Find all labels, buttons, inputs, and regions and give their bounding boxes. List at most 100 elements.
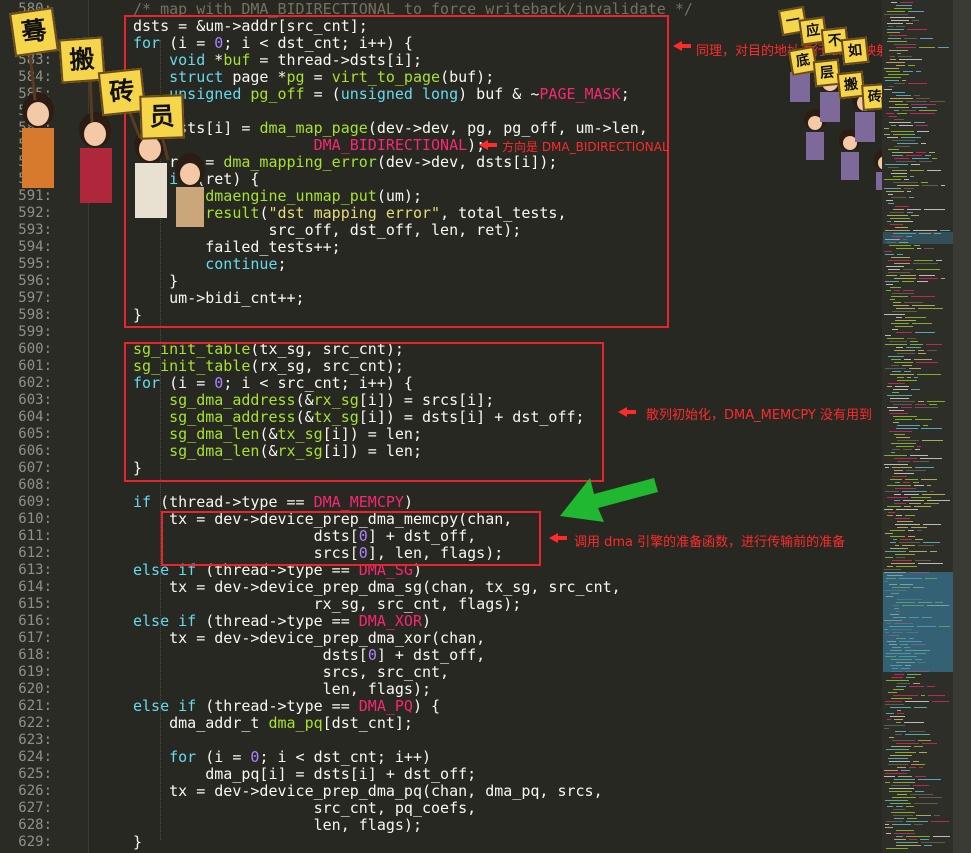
code-line[interactable]: tx = dev->device_prep_dma_pq(chan, dma_p… — [133, 783, 603, 800]
minimap-line — [905, 515, 915, 516]
minimap-line — [888, 272, 910, 273]
minimap-line — [918, 350, 924, 351]
minimap-line — [884, 77, 901, 78]
minimap-line — [897, 521, 913, 522]
minimap-line — [915, 404, 926, 405]
minimap-line — [884, 128, 889, 129]
line-number: 621: — [18, 698, 52, 714]
minimap-line — [932, 701, 949, 702]
minimap-line — [889, 50, 908, 51]
minimap-line — [921, 182, 928, 183]
minimap-line — [887, 338, 904, 339]
code-line[interactable]: if (thread->type == DMA_MEMCPY) — [133, 494, 413, 511]
minimap-line — [919, 767, 923, 768]
line-number: 613: — [18, 562, 52, 578]
minimap-line — [886, 275, 897, 276]
line-number: 605: — [18, 426, 52, 442]
minimap-line — [889, 35, 907, 36]
minimap-line — [898, 776, 912, 777]
minimap-line — [891, 323, 909, 324]
minimap-line — [918, 353, 926, 354]
minimap-line — [913, 761, 919, 762]
minimap-line — [893, 539, 897, 540]
minimap-line — [908, 83, 927, 84]
minimap-line — [924, 248, 934, 249]
minimap-line — [918, 308, 943, 309]
minimap-viewport[interactable] — [883, 572, 953, 672]
minimap-line — [893, 176, 907, 177]
minimap-line — [896, 65, 905, 66]
code-line[interactable]: tx = dev->device_prep_dma_xor(chan, — [133, 630, 485, 647]
minimap-line — [888, 167, 899, 168]
minimap-line — [889, 791, 912, 792]
line-number: 612: — [18, 545, 52, 561]
minimap-line — [888, 692, 897, 693]
code-line[interactable]: else if (thread->type == DMA_PQ) { — [133, 698, 440, 715]
code-line[interactable]: rx_sg, src_cnt, flags); — [133, 596, 522, 613]
code-line[interactable]: for (i = 0; i < dst_cnt; i++) — [133, 749, 431, 766]
code-line[interactable]: dma_addr_t dma_pq[dst_cnt]; — [133, 715, 413, 732]
minimap-line — [932, 158, 937, 159]
code-line[interactable]: } — [133, 834, 142, 851]
vertical-scrollbar[interactable] — [953, 0, 971, 853]
line-number: 622: — [18, 715, 52, 731]
minimap-line — [915, 539, 923, 540]
minimap-line — [903, 482, 910, 483]
minimap-line — [906, 155, 922, 156]
minimap-line — [914, 260, 933, 261]
minimap-line — [884, 464, 908, 465]
code-line[interactable]: dsts[0] + dst_off, — [133, 647, 486, 664]
minimap-line — [927, 500, 950, 501]
minimap-line — [896, 317, 902, 318]
minimap-line — [896, 161, 916, 162]
minimap-line — [893, 695, 918, 696]
line-number: 614: — [18, 579, 52, 595]
minimap-line — [889, 341, 907, 342]
code-line[interactable]: len, flags); — [133, 681, 431, 698]
minimap-line — [885, 704, 904, 705]
minimap-line — [895, 734, 902, 735]
minimap-line — [894, 458, 917, 459]
minimap-line — [906, 821, 928, 822]
minimap-line — [910, 176, 914, 177]
minimap-line — [915, 419, 932, 420]
minimap-line — [910, 341, 918, 342]
minimap-line — [890, 398, 909, 399]
minimap-line — [897, 527, 908, 528]
minimap-line — [891, 2, 897, 3]
code-line[interactable]: else if (thread->type == DMA_XOR) — [133, 613, 431, 630]
minimap-line — [887, 497, 908, 498]
minimap-line — [890, 299, 895, 300]
code-line[interactable]: srcs, src_cnt, — [133, 664, 449, 681]
minimap-line — [903, 290, 914, 291]
minimap-line — [902, 110, 916, 111]
minimap-line — [911, 164, 920, 165]
minimap-line — [914, 746, 923, 747]
annotation-note-prep: 调用 dma 引擎的准备函数，进行传输前的准备 — [574, 535, 846, 550]
minimap-line — [907, 674, 921, 675]
minimap-line — [919, 47, 935, 48]
minimap-line — [909, 551, 927, 552]
minimap-line — [884, 725, 905, 726]
minimap-line — [886, 821, 903, 822]
minimap-line — [889, 761, 910, 762]
line-number: 611: — [18, 528, 52, 544]
minimap-line — [914, 707, 927, 708]
code-line[interactable]: len, flags); — [133, 817, 422, 834]
line-number: 626: — [18, 783, 52, 799]
minimap-line — [925, 155, 931, 156]
line-number: 620: — [18, 681, 52, 697]
minimap-line — [897, 113, 907, 114]
code-line[interactable]: tx = dev->device_prep_dma_sg(chan, tx_sg… — [133, 579, 621, 596]
minimap-line — [886, 713, 894, 714]
minimap-line — [892, 140, 915, 141]
minimap-line — [894, 278, 916, 279]
code-line[interactable]: dma_pq[i] = dsts[i] + dst_off; — [133, 766, 476, 783]
minimap-line — [891, 197, 906, 198]
line-number: 615: — [18, 596, 52, 612]
minimap-line — [886, 113, 894, 114]
code-line[interactable]: src_cnt, pq_coefs, — [133, 800, 477, 817]
green-arrow-icon — [560, 478, 658, 522]
minimap-line — [907, 338, 916, 339]
minimap-line — [915, 560, 931, 561]
